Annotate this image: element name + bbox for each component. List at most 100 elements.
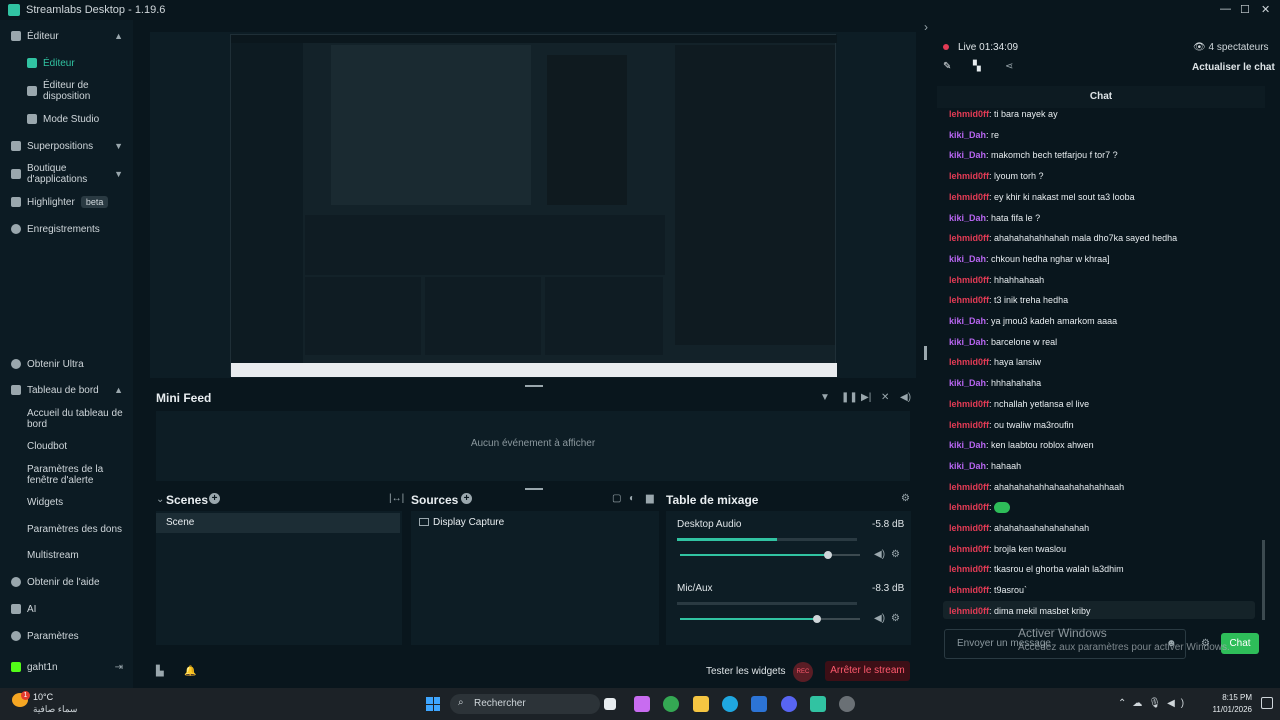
sidebar-item-label: Superpositions: [27, 140, 94, 152]
folder-icon[interactable]: ▆: [646, 493, 654, 504]
gear-icon[interactable]: ⚙: [891, 549, 900, 560]
chat-username[interactable]: kiki_Dah: [949, 440, 986, 450]
chat-username[interactable]: lehmid0ff: [949, 399, 989, 409]
chat-username[interactable]: lehmid0ff: [949, 502, 989, 512]
sidebar-item-editor[interactable]: Éditeur ▲: [0, 30, 133, 42]
mixer-channel-db: -8.3 dB: [872, 583, 905, 594]
chat-username[interactable]: kiki_Dah: [949, 213, 986, 223]
sidebar-subitem-studio-mode[interactable]: Mode Studio: [16, 113, 149, 125]
chat-username[interactable]: lehmid0ff: [949, 482, 989, 492]
notifications-icon[interactable]: 🔔: [184, 666, 196, 677]
chat-username[interactable]: lehmid0ff: [949, 585, 989, 595]
chat-username[interactable]: lehmid0ff: [949, 357, 989, 367]
logout-icon[interactable]: ⇥: [115, 662, 123, 673]
drag-handle[interactable]: [525, 385, 543, 387]
task-view-icon[interactable]: [604, 698, 616, 710]
sidebar-subitem-dashboard-home[interactable]: Accueil du tableau de bord: [27, 408, 127, 430]
chat-username[interactable]: kiki_Dah: [949, 316, 986, 326]
scene-item[interactable]: Scene: [156, 513, 400, 533]
pause-icon[interactable]: ❚❚: [841, 392, 858, 403]
volume-icon[interactable]: ◀): [900, 392, 911, 403]
add-source-icon[interactable]: +: [461, 493, 472, 504]
gear-icon[interactable]: ⚙: [891, 613, 900, 624]
edge-icon[interactable]: [722, 696, 738, 712]
skip-icon[interactable]: ▶|: [861, 392, 871, 403]
chrome-icon[interactable]: [663, 696, 679, 712]
drag-handle[interactable]: [525, 488, 543, 490]
scene-transitions-icon[interactable]: |↔|: [389, 493, 404, 504]
store-icon[interactable]: [751, 696, 767, 712]
sidebar-subitem-widgets[interactable]: Widgets: [27, 497, 127, 508]
chat-username[interactable]: kiki_Dah: [949, 461, 986, 471]
mute-alerts-icon[interactable]: ✕: [881, 392, 889, 403]
source-visibility-icon[interactable]: ◐: [629, 493, 635, 504]
streamlabs-icon[interactable]: [810, 696, 826, 712]
chat-username[interactable]: lehmid0ff: [949, 420, 989, 430]
close-icon[interactable]: ✕: [1261, 3, 1270, 16]
app-icon[interactable]: [839, 696, 855, 712]
notification-center-icon[interactable]: [1261, 697, 1273, 709]
sidebar-subitem-layout-editor[interactable]: Éditeur de disposition: [16, 80, 149, 102]
speaker-icon[interactable]: ◀): [874, 613, 885, 624]
sidebar-item-app-store[interactable]: Boutique d'applications ▼: [0, 163, 133, 185]
gear-icon[interactable]: ⚙: [901, 493, 910, 504]
chat-username[interactable]: lehmid0ff: [949, 109, 989, 119]
mixer-channel-db: -5.8 dB: [872, 519, 905, 530]
record-button[interactable]: REC: [793, 662, 813, 682]
sidebar-item-settings[interactable]: Paramètres: [0, 630, 133, 642]
system-tray-icons[interactable]: ⌃☁🎙◀): [1118, 698, 1190, 709]
sidebar-item-dashboard[interactable]: Tableau de bord ▲: [0, 384, 133, 396]
refresh-chat-button[interactable]: Actualiser le chat: [1192, 62, 1275, 73]
chat-username[interactable]: lehmid0ff: [949, 523, 989, 533]
speaker-icon[interactable]: ◀): [874, 549, 885, 560]
discord-icon[interactable]: [781, 696, 797, 712]
stop-stream-button[interactable]: Arrêter le stream: [825, 661, 910, 681]
sidebar-subitem-multistream[interactable]: Multistream: [27, 550, 127, 561]
chat-username[interactable]: kiki_Dah: [949, 150, 986, 160]
chat-username[interactable]: lehmid0ff: [949, 295, 989, 305]
sidebar-item-ai[interactable]: AI: [0, 603, 133, 615]
chat-username[interactable]: lehmid0ff: [949, 606, 989, 616]
sidebar-item-superpositions[interactable]: Superpositions ▼: [0, 140, 133, 152]
sidebar-item-highlighter[interactable]: Highlighter beta: [0, 195, 133, 209]
stream-preview[interactable]: [150, 32, 916, 378]
chat-username[interactable]: kiki_Dah: [949, 378, 986, 388]
minimize-icon[interactable]: —: [1220, 3, 1231, 15]
copilot-icon[interactable]: [634, 696, 650, 712]
share-icon[interactable]: ⋖: [1005, 61, 1013, 72]
chat-username[interactable]: kiki_Dah: [949, 254, 986, 264]
chat-username[interactable]: lehmid0ff: [949, 171, 989, 181]
maximize-icon[interactable]: ☐: [1240, 3, 1250, 16]
source-item[interactable]: Display Capture: [433, 517, 504, 528]
filter-icon[interactable]: ▼: [820, 392, 830, 403]
test-widgets-button[interactable]: Tester les widgets: [706, 666, 785, 677]
sidebar-subitem-donations[interactable]: Paramètres des dons: [27, 524, 127, 535]
sidebar-item-help[interactable]: Obtenir de l'aide: [0, 576, 133, 588]
chat-username[interactable]: lehmid0ff: [949, 564, 989, 574]
performance-icon[interactable]: ▙: [156, 666, 164, 677]
file-explorer-icon[interactable]: [693, 696, 709, 712]
sidebar-item-ultra[interactable]: Obtenir Ultra: [0, 358, 133, 370]
chat-username[interactable]: lehmid0ff: [949, 275, 989, 285]
chat-username[interactable]: kiki_Dah: [949, 130, 986, 140]
resize-handle[interactable]: [924, 346, 927, 360]
chat-scrollbar[interactable]: [1262, 540, 1265, 620]
sidebar-subitem-editor[interactable]: Éditeur: [16, 57, 149, 69]
sidebar-user[interactable]: gaht1n ⇥: [0, 661, 133, 673]
chat-username[interactable]: lehmid0ff: [949, 233, 989, 243]
volume-slider-knob[interactable]: [824, 551, 832, 559]
sidebar-subitem-alert-box[interactable]: Paramètres de la fenêtre d'alerte: [27, 464, 127, 486]
stream-info-icon[interactable]: ▚: [973, 61, 981, 72]
sidebar-subitem-cloudbot[interactable]: Cloudbot: [27, 441, 127, 452]
chat-username[interactable]: lehmid0ff: [949, 544, 989, 554]
chat-username[interactable]: kiki_Dah: [949, 337, 986, 347]
windows-start-icon[interactable]: [426, 697, 440, 711]
chevron-down-icon[interactable]: ⌄: [156, 494, 164, 505]
source-copy-icon[interactable]: ▢: [612, 493, 621, 504]
sidebar-item-recordings[interactable]: Enregistrements: [0, 223, 133, 235]
volume-slider-knob[interactable]: [813, 615, 821, 623]
edit-stream-icon[interactable]: ✎: [943, 61, 951, 72]
chevron-right-icon[interactable]: ›: [924, 20, 928, 34]
add-scene-icon[interactable]: +: [209, 493, 220, 504]
chat-username[interactable]: lehmid0ff: [949, 192, 989, 202]
